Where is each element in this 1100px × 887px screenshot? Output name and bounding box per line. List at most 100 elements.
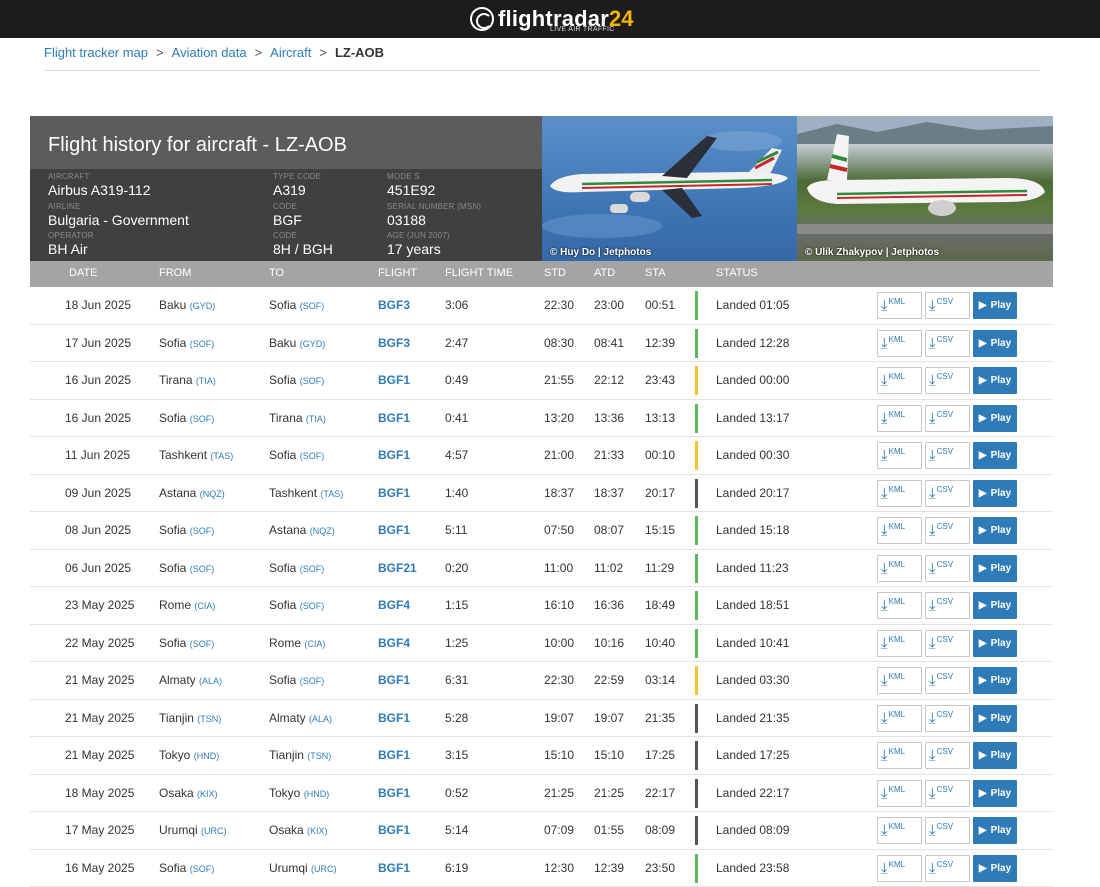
to-cell[interactable]: Baku (GYD) [269,336,325,350]
to-code[interactable]: (TSN) [307,751,331,761]
play-button[interactable]: ▶Play [973,742,1017,769]
download-kml-button[interactable]: ⤓KML [877,855,922,882]
download-csv-button[interactable]: ⤓CSV [925,742,970,769]
from-code[interactable]: (SOF) [190,564,215,574]
from-cell[interactable]: Sofia (SOF) [159,861,214,875]
play-button[interactable]: ▶Play [973,705,1017,732]
from-code[interactable]: (GYD) [190,301,216,311]
download-kml-button[interactable]: ⤓KML [877,667,922,694]
col-flight-time[interactable]: FLIGHT TIME [445,267,513,279]
download-csv-button[interactable]: ⤓CSV [925,855,970,882]
col-to[interactable]: TO [269,267,284,279]
flight-number-link[interactable]: BGF1 [378,448,410,462]
download-csv-button[interactable]: ⤓CSV [925,330,970,357]
flight-number-link[interactable]: BGF1 [378,711,410,725]
to-cell[interactable]: Rome (CIA) [269,636,325,650]
from-code[interactable]: (NQZ) [200,489,225,499]
flight-number-link[interactable]: BGF1 [378,861,410,875]
flight-number-link[interactable]: BGF1 [378,373,410,387]
to-cell[interactable]: Sofia (SOF) [269,298,324,312]
from-code[interactable]: (HND) [194,751,220,761]
play-button[interactable]: ▶Play [973,367,1017,394]
to-code[interactable]: (ALA) [309,714,332,724]
download-csv-button[interactable]: ⤓CSV [925,780,970,807]
to-code[interactable]: (TIA) [306,414,326,424]
col-flight[interactable]: FLIGHT [378,267,417,279]
to-cell[interactable]: Tashkent (TAS) [269,486,343,500]
breadcrumb-flight-tracker-map[interactable]: Flight tracker map [44,45,148,60]
from-cell[interactable]: Tianjin (TSN) [159,711,221,725]
play-button[interactable]: ▶Play [973,855,1017,882]
breadcrumb-aviation-data[interactable]: Aviation data [172,45,247,60]
download-kml-button[interactable]: ⤓KML [877,817,922,844]
flight-number-link[interactable]: BGF4 [378,598,410,612]
from-cell[interactable]: Sofia (SOF) [159,636,214,650]
col-date[interactable]: DATE [69,267,98,279]
flight-number-link[interactable]: BGF21 [378,561,417,575]
col-sta[interactable]: STA [645,267,666,279]
to-cell[interactable]: Osaka (KIX) [269,823,328,837]
from-cell[interactable]: Tokyo (HND) [159,748,219,762]
download-csv-button[interactable]: ⤓CSV [925,292,970,319]
aircraft-photo-1[interactable]: © Huy Do | Jetphotos [542,116,797,261]
flight-number-link[interactable]: BGF3 [378,298,410,312]
play-button[interactable]: ▶Play [973,292,1017,319]
play-button[interactable]: ▶Play [973,817,1017,844]
from-cell[interactable]: Almaty (ALA) [159,673,222,687]
from-cell[interactable]: Baku (GYD) [159,298,215,312]
from-code[interactable]: (SOF) [190,864,215,874]
play-button[interactable]: ▶Play [973,517,1017,544]
to-code[interactable]: (SOF) [300,564,325,574]
to-cell[interactable]: Almaty (ALA) [269,711,332,725]
download-kml-button[interactable]: ⤓KML [877,367,922,394]
to-code[interactable]: (NQZ) [310,526,335,536]
from-code[interactable]: (SOF) [190,639,215,649]
from-cell[interactable]: Urumqi (URC) [159,823,227,837]
from-cell[interactable]: Tirana (TIA) [159,373,216,387]
download-csv-button[interactable]: ⤓CSV [925,555,970,582]
to-cell[interactable]: Sofia (SOF) [269,598,324,612]
from-code[interactable]: (SOF) [190,526,215,536]
download-csv-button[interactable]: ⤓CSV [925,517,970,544]
play-button[interactable]: ▶Play [973,442,1017,469]
from-cell[interactable]: Sofia (SOF) [159,523,214,537]
download-csv-button[interactable]: ⤓CSV [925,592,970,619]
download-kml-button[interactable]: ⤓KML [877,742,922,769]
download-csv-button[interactable]: ⤓CSV [925,817,970,844]
play-button[interactable]: ▶Play [973,667,1017,694]
download-csv-button[interactable]: ⤓CSV [925,705,970,732]
to-cell[interactable]: Sofia (SOF) [269,373,324,387]
flight-number-link[interactable]: BGF1 [378,486,410,500]
play-button[interactable]: ▶Play [973,405,1017,432]
download-csv-button[interactable]: ⤓CSV [925,442,970,469]
to-cell[interactable]: Tianjin (TSN) [269,748,331,762]
from-code[interactable]: (KIX) [197,789,218,799]
to-code[interactable]: (URC) [311,864,337,874]
from-code[interactable]: (TIA) [196,376,216,386]
to-code[interactable]: (HND) [304,789,330,799]
to-code[interactable]: (SOF) [300,451,325,461]
play-button[interactable]: ▶Play [973,630,1017,657]
download-csv-button[interactable]: ⤓CSV [925,630,970,657]
to-cell[interactable]: Urumqi (URC) [269,861,337,875]
to-code[interactable]: (KIX) [307,826,328,836]
to-code[interactable]: (CIA) [304,639,325,649]
download-kml-button[interactable]: ⤓KML [877,592,922,619]
download-kml-button[interactable]: ⤓KML [877,330,922,357]
flight-number-link[interactable]: BGF3 [378,336,410,350]
to-code[interactable]: (TAS) [320,489,343,499]
play-button[interactable]: ▶Play [973,555,1017,582]
flight-number-link[interactable]: BGF4 [378,636,410,650]
from-cell[interactable]: Sofia (SOF) [159,561,214,575]
from-cell[interactable]: Astana (NQZ) [159,486,225,500]
from-code[interactable]: (TSN) [197,714,221,724]
col-status[interactable]: STATUS [716,267,758,279]
from-code[interactable]: (SOF) [190,414,215,424]
col-std[interactable]: STD [544,267,566,279]
col-atd[interactable]: ATD [594,267,615,279]
download-kml-button[interactable]: ⤓KML [877,292,922,319]
from-code[interactable]: (ALA) [199,676,222,686]
col-from[interactable]: FROM [159,267,191,279]
download-kml-button[interactable]: ⤓KML [877,630,922,657]
to-cell[interactable]: Astana (NQZ) [269,523,335,537]
